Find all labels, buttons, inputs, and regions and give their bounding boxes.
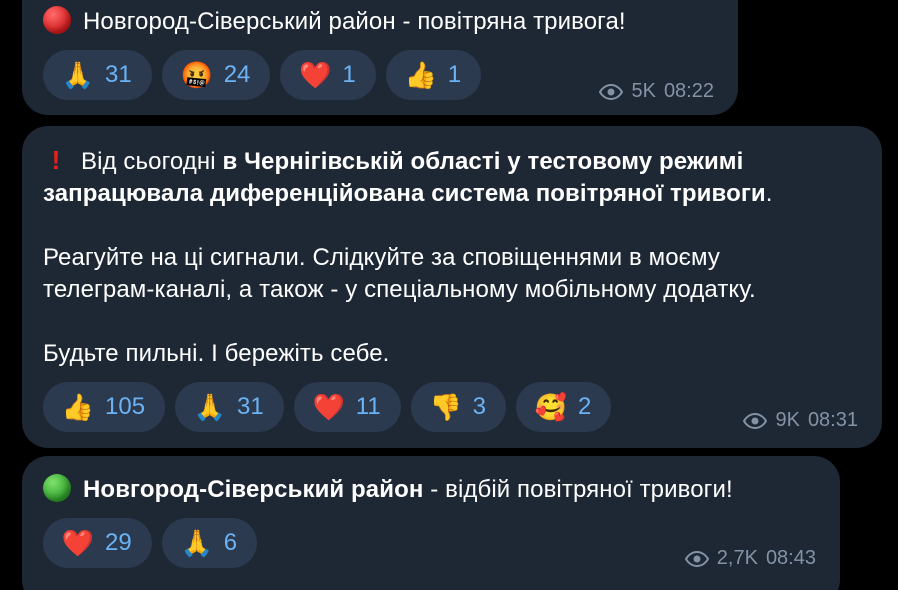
reactions-bar: ❤️ 29 🙏 6 [43, 518, 258, 568]
thumbs-down-icon: 👎 [429, 392, 462, 422]
red-heart-icon: ❤️ [61, 528, 95, 558]
message-time: 08:31 [807, 409, 858, 431]
reaction-red-heart[interactable]: ❤️ 11 [293, 382, 401, 432]
reaction-cursing-face[interactable]: 🤬 24 [161, 50, 271, 100]
reaction-red-heart[interactable]: ❤️ 1 [280, 50, 376, 100]
message-paragraph: Будьте пильні. І бережіть себе. [43, 340, 390, 367]
message-bubble[interactable]: Новгород-Сіверський район - повітряна тр… [22, 0, 738, 115]
reaction-thumbs-up[interactable]: 👍 1 [385, 50, 482, 100]
reaction-count: 31 [105, 61, 132, 88]
reaction-count: 31 [237, 393, 264, 420]
message-meta: 2,7K 08:43 [684, 547, 816, 570]
thumbs-up-icon: 👍 [61, 392, 95, 422]
message-meta: 5K 08:22 [599, 80, 714, 103]
reaction-red-heart[interactable]: ❤️ 29 [43, 518, 152, 568]
message-bubble[interactable]: Новгород-Сіверський район - відбій повіт… [22, 456, 840, 590]
green-circle-icon [43, 474, 71, 502]
folded-hands-icon: 🙏 [61, 60, 95, 90]
eye-icon [599, 83, 624, 100]
view-count: 9K [775, 409, 800, 431]
red-heart-icon: ❤️ [312, 392, 345, 422]
reaction-thumbs-down[interactable]: 👎 3 [410, 382, 507, 432]
eye-icon [743, 412, 768, 429]
reaction-count: 24 [223, 61, 251, 88]
exclamation-mark-icon: ! [51, 145, 61, 175]
message-time: 08:22 [663, 80, 714, 102]
reaction-count: 105 [105, 393, 146, 420]
reaction-smiling-face-with-hearts[interactable]: 🥰 2 [516, 382, 612, 432]
reaction-folded-hands[interactable]: 🙏 31 [43, 50, 152, 100]
reactions-bar: 🙏 31 🤬 24 ❤️ 1 👍 1 [43, 50, 482, 100]
folded-hands-icon: 🙏 [193, 392, 227, 422]
folded-hands-icon: 🙏 [180, 528, 213, 558]
reaction-folded-hands[interactable]: 🙏 6 [161, 518, 258, 568]
smiling-face-with-hearts-icon: 🥰 [534, 392, 568, 422]
message-paragraph: ! Від сьогодні в Чернігівській області у … [43, 145, 773, 207]
cursing-face-icon: 🤬 [180, 60, 213, 90]
view-count: 2,7K [716, 547, 758, 569]
message-text: Новгород-Сіверський район - повітряна тр… [43, 6, 626, 38]
eye-icon [684, 550, 709, 567]
reactions-bar: 👍 105 🙏 31 ❤️ 11 👎 3 🥰 2 [43, 382, 612, 432]
reaction-count: 29 [105, 529, 132, 556]
message-meta: 9K 08:31 [743, 409, 858, 432]
message-text: ! Від сьогодні в Чернігівській області у … [43, 144, 773, 370]
message-time: 08:43 [765, 547, 816, 569]
thumbs-up-icon: 👍 [404, 60, 437, 90]
reaction-count: 2 [578, 393, 592, 420]
message-text: Новгород-Сіверський район - відбій повіт… [43, 474, 733, 506]
reaction-count: 1 [447, 61, 462, 88]
channel-feed: Новгород-Сіверський район - повітряна тр… [0, 0, 898, 590]
red-circle-icon [43, 6, 71, 34]
view-count: 5K [631, 80, 656, 102]
message-bubble[interactable]: ! Від сьогодні в Чернігівській області у … [22, 126, 882, 448]
reaction-count: 6 [223, 529, 238, 556]
red-heart-icon: ❤️ [299, 60, 332, 90]
reaction-count: 3 [472, 393, 487, 420]
reaction-count: 1 [342, 61, 356, 88]
reaction-count: 11 [355, 393, 381, 420]
reaction-folded-hands[interactable]: 🙏 31 [175, 382, 284, 432]
message-paragraph: Реагуйте на ці сигнали. Слідкуйте за спо… [43, 244, 756, 303]
reaction-thumbs-up[interactable]: 👍 105 [43, 382, 166, 432]
